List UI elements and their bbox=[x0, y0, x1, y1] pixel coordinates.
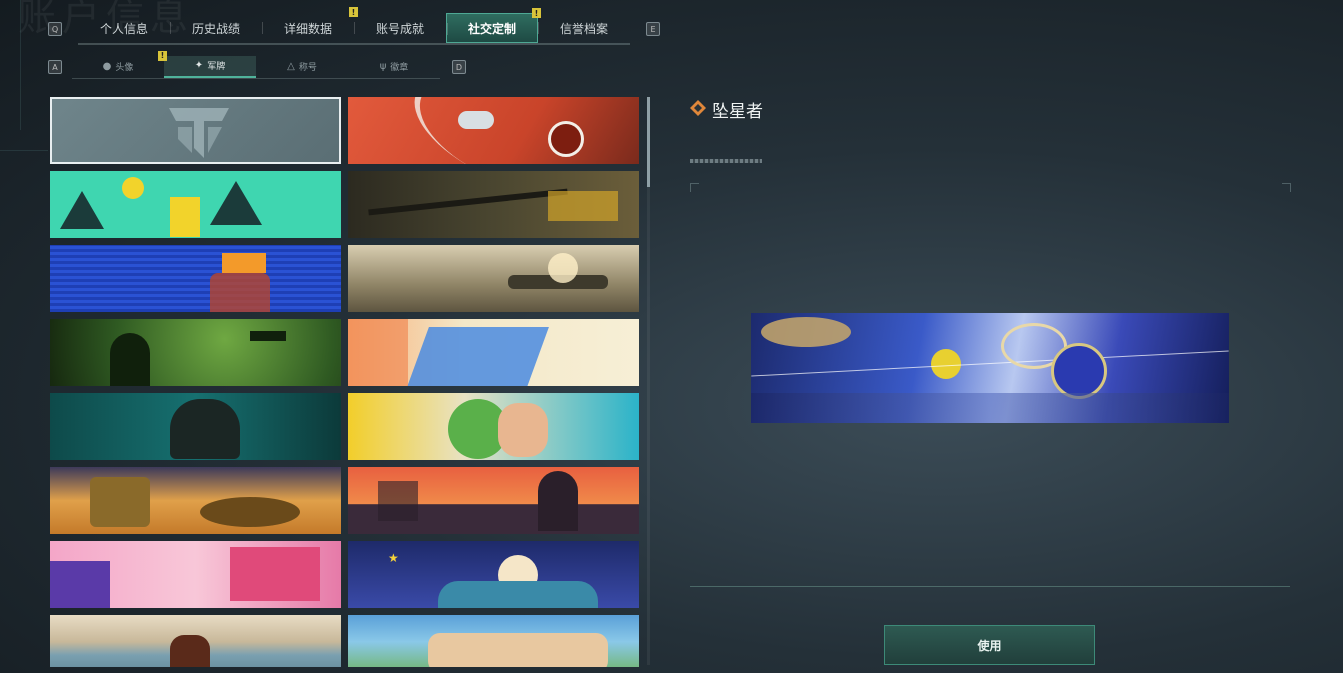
diamond-icon bbox=[690, 100, 706, 116]
dogtag-card-default[interactable] bbox=[50, 97, 341, 164]
subtab-badge[interactable]: ψ 徽章 bbox=[348, 56, 440, 78]
tab-social-customization[interactable]: 社交定制! bbox=[446, 8, 541, 43]
divider bbox=[20, 0, 21, 130]
subtab-label: 军牌 bbox=[207, 62, 226, 72]
sub-tab-bar: A ● 头像 ✦ 军牌! △ 称号 ψ 徽章 D bbox=[48, 50, 466, 79]
use-button[interactable]: 使用 bbox=[884, 625, 1095, 665]
dogtag-card-11[interactable] bbox=[50, 467, 341, 534]
subtab-title[interactable]: △ 称号 bbox=[256, 56, 348, 78]
person-icon: ● bbox=[102, 61, 112, 72]
dogtag-preview bbox=[751, 313, 1229, 423]
default-logo-icon bbox=[169, 108, 229, 158]
subtab-prev-key-hint[interactable]: A bbox=[48, 60, 62, 74]
item-description-placeholder bbox=[690, 159, 762, 163]
subtab-next-key-hint[interactable]: D bbox=[452, 60, 466, 74]
dogtag-card-4[interactable] bbox=[348, 171, 639, 238]
subtab-label: 称号 bbox=[298, 63, 317, 73]
tab-label: 信誉档案 bbox=[559, 21, 608, 36]
tab-label: 账号成就 bbox=[375, 21, 424, 36]
tab-label: 历史战绩 bbox=[191, 21, 240, 36]
dogtag-card-2[interactable] bbox=[348, 97, 639, 164]
dogtag-card-9[interactable] bbox=[50, 393, 341, 460]
tab-detailed-data[interactable]: 详细数据! bbox=[262, 7, 358, 43]
subtab-avatar[interactable]: ● 头像 bbox=[72, 56, 164, 78]
dogtag-card-15[interactable] bbox=[50, 615, 341, 667]
notification-badge: ! bbox=[158, 50, 167, 61]
badge-icon: ψ bbox=[379, 61, 387, 72]
tab-profile[interactable]: 个人信息 bbox=[78, 13, 170, 43]
star-icon: ★ bbox=[388, 551, 399, 565]
subtab-dogtag[interactable]: ✦ 军牌! bbox=[158, 50, 256, 78]
divider bbox=[0, 150, 48, 151]
tab-next-key-hint[interactable]: E bbox=[646, 22, 660, 36]
dogtag-card-10[interactable] bbox=[348, 393, 639, 460]
tab-label: 个人信息 bbox=[99, 21, 148, 36]
scrollbar-thumb[interactable] bbox=[647, 97, 650, 187]
dogtag-card-3[interactable] bbox=[50, 171, 341, 238]
dogtag-card-12[interactable] bbox=[348, 467, 639, 534]
grid-scrollbar[interactable] bbox=[647, 97, 650, 665]
tab-achievements[interactable]: 账号成就 bbox=[354, 13, 446, 43]
subtab-label: 徽章 bbox=[390, 63, 409, 73]
selected-item-name: 坠星者 bbox=[712, 102, 763, 122]
dogtag-icon: ✦ bbox=[194, 60, 204, 71]
dogtag-card-16[interactable] bbox=[348, 615, 639, 667]
divider bbox=[690, 586, 1290, 587]
title-icon: △ bbox=[287, 61, 295, 72]
dogtag-card-7[interactable] bbox=[50, 319, 341, 386]
tab-prev-key-hint[interactable]: Q bbox=[48, 22, 62, 36]
tab-label: 社交定制 bbox=[467, 21, 516, 36]
dogtag-card-14[interactable]: ★ bbox=[348, 541, 639, 608]
dogtag-card-5[interactable] bbox=[50, 245, 341, 312]
dogtag-card-6[interactable] bbox=[348, 245, 639, 312]
dogtag-card-8[interactable] bbox=[348, 319, 639, 386]
main-tab-bar: Q 个人信息 历史战绩 详细数据! 账号成就 社交定制! 信誉档案 E bbox=[48, 7, 660, 45]
frame-corner bbox=[1282, 183, 1291, 192]
dogtag-grid: ★ bbox=[50, 97, 642, 667]
tab-label: 详细数据 bbox=[283, 21, 332, 36]
tab-reputation[interactable]: 信誉档案 bbox=[538, 13, 630, 43]
frame-corner bbox=[690, 183, 699, 192]
subtab-label: 头像 bbox=[115, 63, 134, 73]
dogtag-card-13[interactable] bbox=[50, 541, 341, 608]
tab-match-history[interactable]: 历史战绩 bbox=[170, 13, 262, 43]
